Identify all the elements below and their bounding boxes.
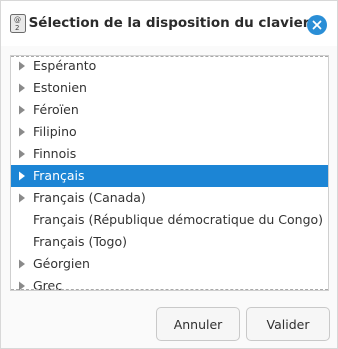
list-item-label: Estonien [33,80,87,95]
list-item-label: Français [33,168,85,183]
list-item[interactable]: Français (Togo) [11,231,328,253]
list-item-label: Filipino [33,124,77,139]
title-bar: @ 2 Sélection de la disposition du clavi… [1,1,337,46]
list-item-label: Géorgien [33,256,90,271]
list-item-label: Féroïen [33,102,79,117]
list-item[interactable]: Espéranto [11,56,328,77]
close-button[interactable] [307,15,327,35]
list-item[interactable]: Français [11,165,328,187]
expand-arrow-icon[interactable] [18,105,26,115]
layout-list[interactable]: Espéranto Estonien Féroïen Filipino Finnois F… [10,55,329,291]
expand-arrow-icon[interactable] [18,149,26,159]
validate-button[interactable]: Valider [246,307,330,341]
expand-arrow-icon[interactable] [18,61,26,71]
expand-arrow-icon[interactable] [18,127,26,137]
list-item-label: Français (Canada) [33,190,146,205]
list-item[interactable]: Géorgien [11,253,328,275]
list-item-label: Français (République démocratique du Con… [33,212,324,227]
keyboard-layout-dialog: @ 2 Sélection de la disposition du clavi… [0,0,338,349]
list-item[interactable]: Français (République démocratique du Con… [11,209,328,231]
list-item[interactable]: Français (Canada) [11,187,328,209]
list-item[interactable]: Estonien [11,77,328,99]
expand-arrow-icon[interactable] [18,281,26,291]
list-item-label: Français (Togo) [33,234,127,249]
close-icon [312,20,322,30]
cancel-button[interactable]: Annuler [156,307,240,341]
expand-arrow-icon[interactable] [18,83,26,93]
list-item[interactable]: Filipino [11,121,328,143]
expand-arrow-icon[interactable] [18,259,26,269]
list-item-label: Espéranto [33,58,97,73]
list-item-label: Grec [33,278,63,291]
list-item[interactable]: Grec [11,275,328,291]
list-item[interactable]: Finnois [11,143,328,165]
dialog-title: Sélection de la disposition du clavier [28,15,310,31]
expand-arrow-icon[interactable] [18,171,26,181]
list-item-label: Finnois [33,146,77,161]
list-item[interactable]: Féroïen [11,99,328,121]
expand-arrow-icon[interactable] [18,193,26,203]
